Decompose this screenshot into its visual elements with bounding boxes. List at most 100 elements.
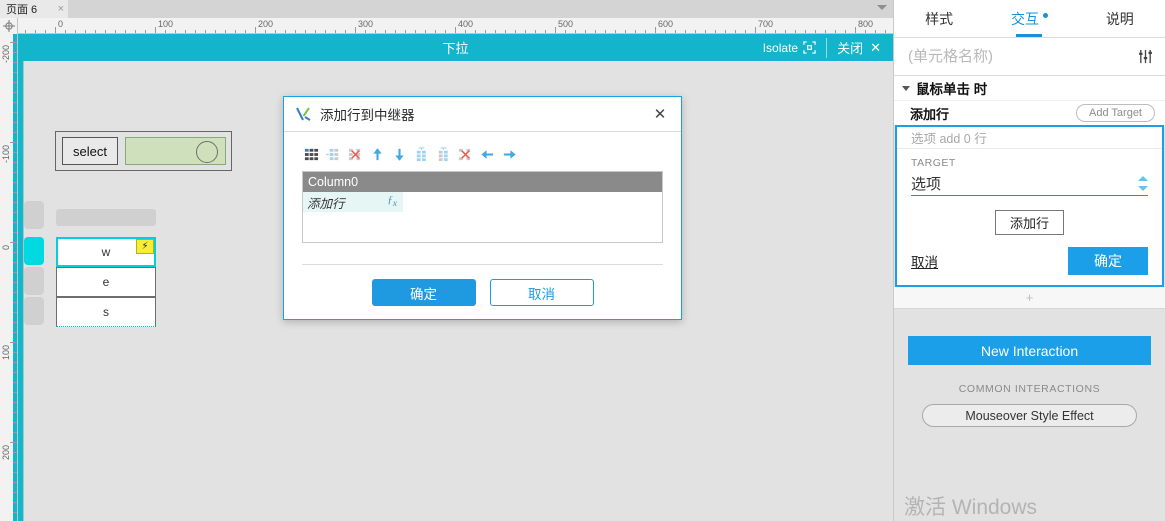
ruler-tick-minor xyxy=(13,482,17,483)
ruler-tick-minor xyxy=(13,312,17,313)
isolate-mode-bar: 下拉 Isolate 关闭 ✕ xyxy=(18,34,893,61)
ruler-label: 0 xyxy=(1,245,11,251)
target-select-value: 选项 xyxy=(911,176,942,193)
repeater-row[interactable]: w ⚡ xyxy=(56,237,156,267)
ruler-label: 400 xyxy=(458,19,474,29)
ruler-tick xyxy=(155,27,156,33)
tab-interactions[interactable]: 交互 xyxy=(984,0,1074,37)
ruler-tick xyxy=(355,27,356,33)
target-cancel-link[interactable]: 取消 xyxy=(911,251,938,271)
ruler-tick-minor xyxy=(13,162,17,163)
ruler-tick-minor xyxy=(13,122,17,123)
stepper-up-icon xyxy=(1137,176,1148,181)
mouseover-style-effect-button[interactable]: Mouseover Style Effect xyxy=(922,404,1137,427)
close-icon[interactable]: ✕ xyxy=(649,103,671,125)
ruler-tick-minor xyxy=(13,192,17,193)
grid-cell[interactable]: 添加行 ƒx xyxy=(303,192,403,212)
cell-name-input[interactable] xyxy=(906,47,1138,66)
ruler-tick-minor xyxy=(13,502,17,503)
select-dropdown-panel[interactable] xyxy=(125,137,226,165)
ruler-tick-minor xyxy=(13,72,17,73)
ruler-label: 700 xyxy=(758,19,774,29)
ruler-tick-minor xyxy=(13,182,17,183)
windows-activation-watermark: 激活 Windows xyxy=(904,496,1038,519)
ruler-tick xyxy=(555,27,556,33)
ruler-tick-minor xyxy=(13,102,17,103)
repeater-handle[interactable] xyxy=(24,297,44,325)
ruler-tick-minor xyxy=(13,462,17,463)
ruler-tick xyxy=(55,27,56,33)
dialog-ok-button[interactable]: 确定 xyxy=(371,279,476,306)
main-editor-area: 页面 6 × 0 100 200 300 400 500 600 700 800 -200 -10… xyxy=(0,0,893,521)
isolate-button[interactable]: Isolate xyxy=(753,34,826,61)
axure-logo-icon xyxy=(296,107,311,121)
repeater-handle-active[interactable] xyxy=(24,237,44,265)
ruler-tick xyxy=(455,27,456,33)
page-tab-close-icon[interactable]: × xyxy=(58,3,64,15)
grid-column-header[interactable]: Column0 xyxy=(303,172,662,192)
page-tab[interactable]: 页面 6 × xyxy=(0,0,68,18)
stepper-icon[interactable] xyxy=(1137,176,1148,191)
move-left-icon[interactable] xyxy=(480,147,495,162)
ruler-label: 800 xyxy=(858,19,874,29)
ruler-label: 100 xyxy=(158,19,174,29)
target-ok-button[interactable]: 确定 xyxy=(1068,247,1148,275)
ruler-tick xyxy=(10,342,17,343)
add-row-icon[interactable] xyxy=(414,146,429,162)
ruler-origin-corner[interactable] xyxy=(0,18,18,34)
ruler-tick xyxy=(10,242,17,243)
move-down-icon[interactable] xyxy=(392,147,407,162)
vertical-ruler: -200 -100 0 100 200 xyxy=(0,34,18,521)
close-icon: ✕ xyxy=(870,39,881,55)
ruler-tick xyxy=(255,27,256,33)
isolate-icon xyxy=(803,41,816,54)
tab-notes[interactable]: 说明 xyxy=(1075,0,1165,37)
repeater-row[interactable]: s xyxy=(56,297,156,327)
repeater-handle[interactable] xyxy=(24,267,44,295)
tab-style[interactable]: 样式 xyxy=(894,0,984,37)
ruler-label: 0 xyxy=(58,19,64,29)
delete-column-icon[interactable] xyxy=(348,147,363,162)
move-right-icon[interactable] xyxy=(502,147,517,162)
repeater-row[interactable]: e xyxy=(56,267,156,297)
repeater-handle[interactable] xyxy=(24,201,44,229)
insert-column-icon[interactable] xyxy=(326,147,341,162)
add-row-button-wrap: 添加行 xyxy=(911,210,1148,235)
horizontal-ruler: 0 100 200 300 400 500 600 700 800 xyxy=(0,18,893,34)
target-summary[interactable]: 选项 add 0 行 xyxy=(897,127,1162,149)
event-header[interactable]: 鼠标单击 时 xyxy=(894,76,1165,101)
add-target-button[interactable]: Add Target xyxy=(1075,104,1155,122)
select-button[interactable]: select xyxy=(62,137,118,165)
new-interaction-button[interactable]: New Interaction xyxy=(908,336,1151,365)
cell-name-row xyxy=(894,38,1165,76)
chevron-down-icon[interactable] xyxy=(877,5,887,10)
add-action-strip[interactable]: + xyxy=(894,287,1165,309)
target-select[interactable]: 选项 xyxy=(911,172,1148,196)
add-row-button[interactable]: 添加行 xyxy=(994,210,1064,235)
insert-row-icon[interactable] xyxy=(436,146,451,162)
isolate-close-button[interactable]: 关闭 ✕ xyxy=(827,34,893,61)
ruler-tick-minor xyxy=(13,402,17,403)
target-footer: 取消 确定 xyxy=(911,247,1148,275)
dialog-title: 添加行到中继器 xyxy=(320,108,415,123)
dialog-cancel-button[interactable]: 取消 xyxy=(489,279,594,306)
ruler-tick-minor xyxy=(13,222,17,223)
select-widget-group[interactable]: select xyxy=(55,131,232,171)
repeater-row-text: w xyxy=(101,245,111,259)
move-up-icon[interactable] xyxy=(370,147,385,162)
ruler-tick-minor xyxy=(13,262,17,263)
grid-toolbar xyxy=(302,142,663,166)
grid-column-header-label: Column0 xyxy=(308,175,359,189)
ruler-tick-minor xyxy=(13,92,17,93)
delete-row-icon[interactable] xyxy=(458,147,473,162)
ruler-label: 300 xyxy=(358,19,374,29)
placeholder-bar xyxy=(56,209,156,226)
repeater-data-grid[interactable]: Column0 添加行 ƒx xyxy=(302,171,663,243)
action-row[interactable]: 添加行 Add Target xyxy=(894,101,1165,125)
add-column-icon[interactable] xyxy=(304,147,319,162)
action-title: 添加行 xyxy=(910,106,950,122)
fx-icon[interactable]: ƒx xyxy=(387,194,397,208)
sliders-icon[interactable] xyxy=(1138,49,1153,64)
grid-row[interactable]: 添加行 ƒx xyxy=(303,192,662,212)
ruler-tick-minor xyxy=(13,472,17,473)
